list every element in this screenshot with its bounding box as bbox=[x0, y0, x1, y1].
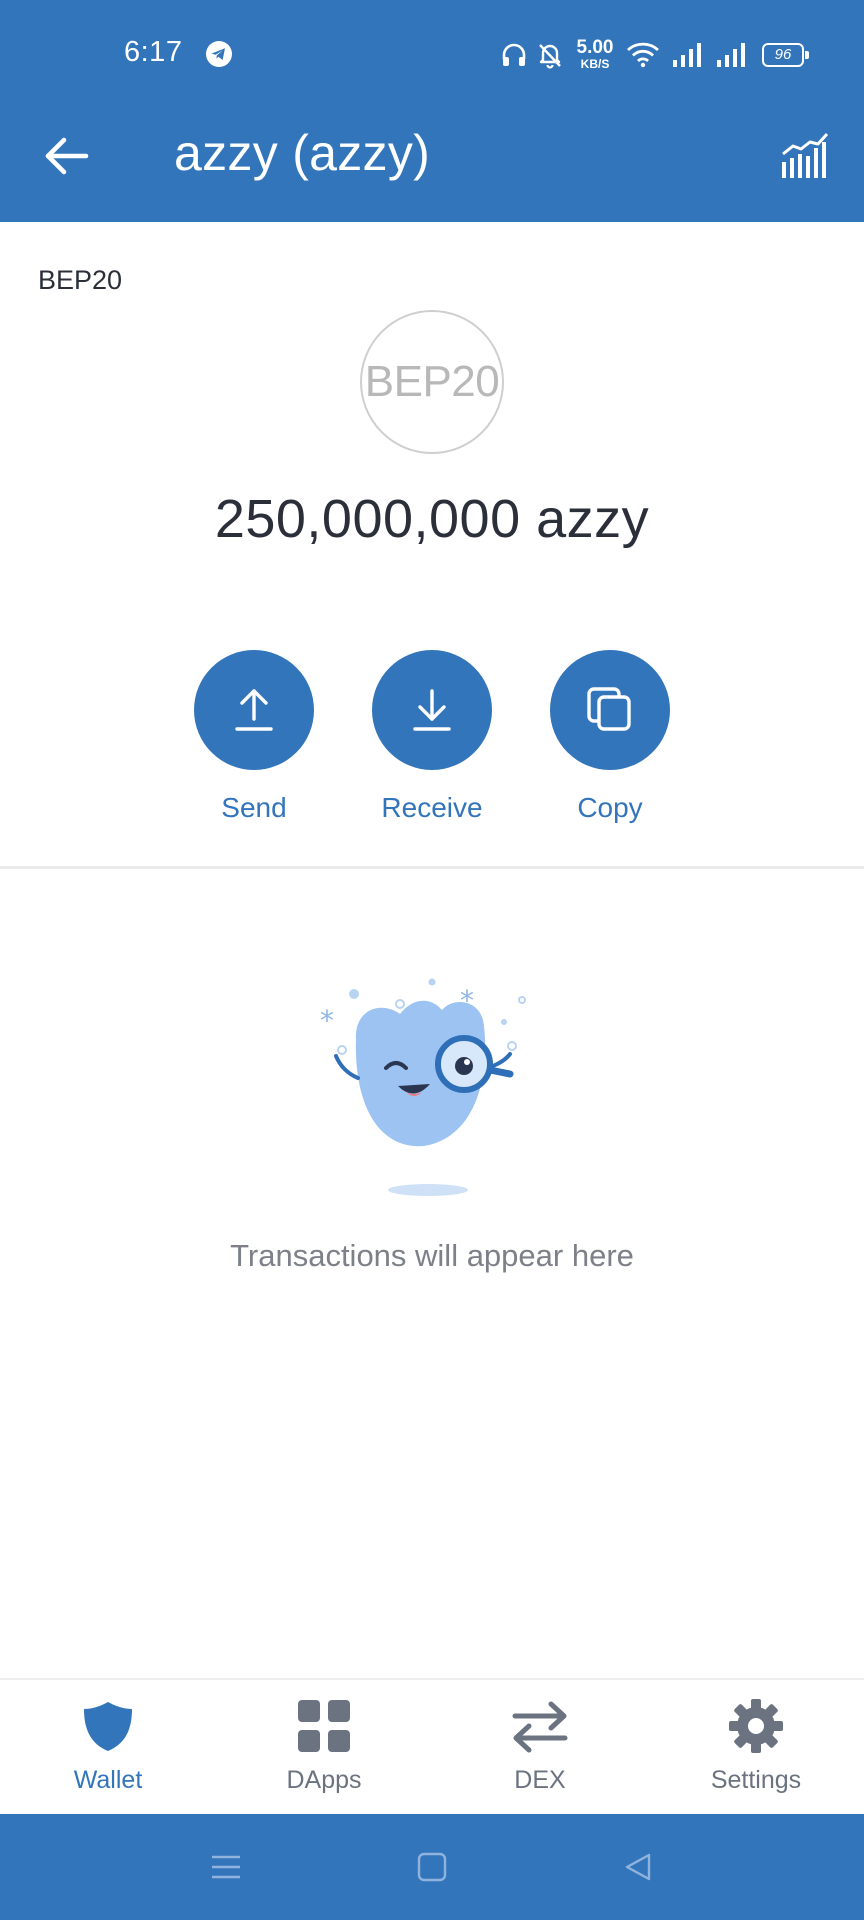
grid-icon bbox=[298, 1700, 350, 1752]
svg-text:*: * bbox=[320, 1004, 334, 1037]
send-button[interactable]: Send bbox=[174, 650, 334, 824]
status-bar: 6:17 5.00 KB/S 96 bbox=[0, 0, 864, 90]
copy-label: Copy bbox=[577, 792, 643, 823]
receive-label: Receive bbox=[381, 792, 483, 823]
receive-button[interactable]: Receive bbox=[352, 650, 512, 824]
send-label: Send bbox=[221, 792, 287, 823]
menu-icon[interactable] bbox=[210, 1851, 242, 1883]
nav-item-wallet[interactable]: Wallet bbox=[8, 1698, 208, 1795]
network-speed: 5.00 KB/S bbox=[576, 37, 614, 71]
mascot-magnifier-illustration: * * bbox=[320, 978, 526, 1196]
home-square-icon[interactable] bbox=[416, 1851, 448, 1883]
back-triangle-icon[interactable] bbox=[622, 1851, 654, 1883]
headphones-icon bbox=[502, 43, 526, 66]
telegram-icon bbox=[206, 41, 232, 67]
section-divider bbox=[0, 866, 864, 869]
bottom-nav: Wallet DApps DEX Settings bbox=[0, 1678, 864, 1814]
app-header: azzy (azzy) bbox=[0, 90, 864, 222]
chart-icon bbox=[782, 132, 829, 178]
swap-icon bbox=[512, 1701, 568, 1753]
nav-label-wallet: Wallet bbox=[73, 1766, 143, 1794]
status-time: 6:17 bbox=[124, 36, 183, 68]
signal-icon bbox=[673, 43, 701, 67]
token-logo-text: BEP20 bbox=[364, 357, 500, 406]
nav-item-dapps[interactable]: DApps bbox=[224, 1698, 424, 1795]
copy-icon bbox=[587, 687, 631, 731]
empty-state-message: Transactions will appear here bbox=[230, 1238, 634, 1273]
upload-icon bbox=[235, 689, 273, 731]
battery-icon: 96 bbox=[762, 43, 809, 67]
token-balance: 250,000,000 azzy bbox=[214, 489, 650, 549]
nav-item-settings[interactable]: Settings bbox=[656, 1698, 856, 1795]
gear-icon bbox=[729, 1699, 783, 1753]
nav-label-dapps: DApps bbox=[286, 1766, 362, 1794]
nav-item-dex[interactable]: DEX bbox=[440, 1698, 640, 1795]
token-logo: BEP20 bbox=[360, 310, 504, 454]
bell-off-icon bbox=[539, 44, 561, 69]
nav-label-settings: Settings bbox=[710, 1766, 802, 1794]
shield-icon bbox=[84, 1702, 132, 1751]
download-icon bbox=[413, 689, 451, 731]
page-title: azzy (azzy) bbox=[174, 125, 431, 181]
network-label: BEP20 bbox=[38, 265, 123, 295]
copy-button[interactable]: Copy bbox=[530, 650, 690, 824]
chart-button[interactable] bbox=[780, 132, 830, 180]
back-button[interactable] bbox=[40, 130, 92, 182]
arrow-left-icon bbox=[45, 137, 89, 175]
wifi-icon bbox=[627, 42, 659, 68]
signal-icon bbox=[717, 43, 745, 67]
system-nav-bar bbox=[0, 1814, 864, 1920]
nav-label-dex: DEX bbox=[514, 1766, 566, 1794]
